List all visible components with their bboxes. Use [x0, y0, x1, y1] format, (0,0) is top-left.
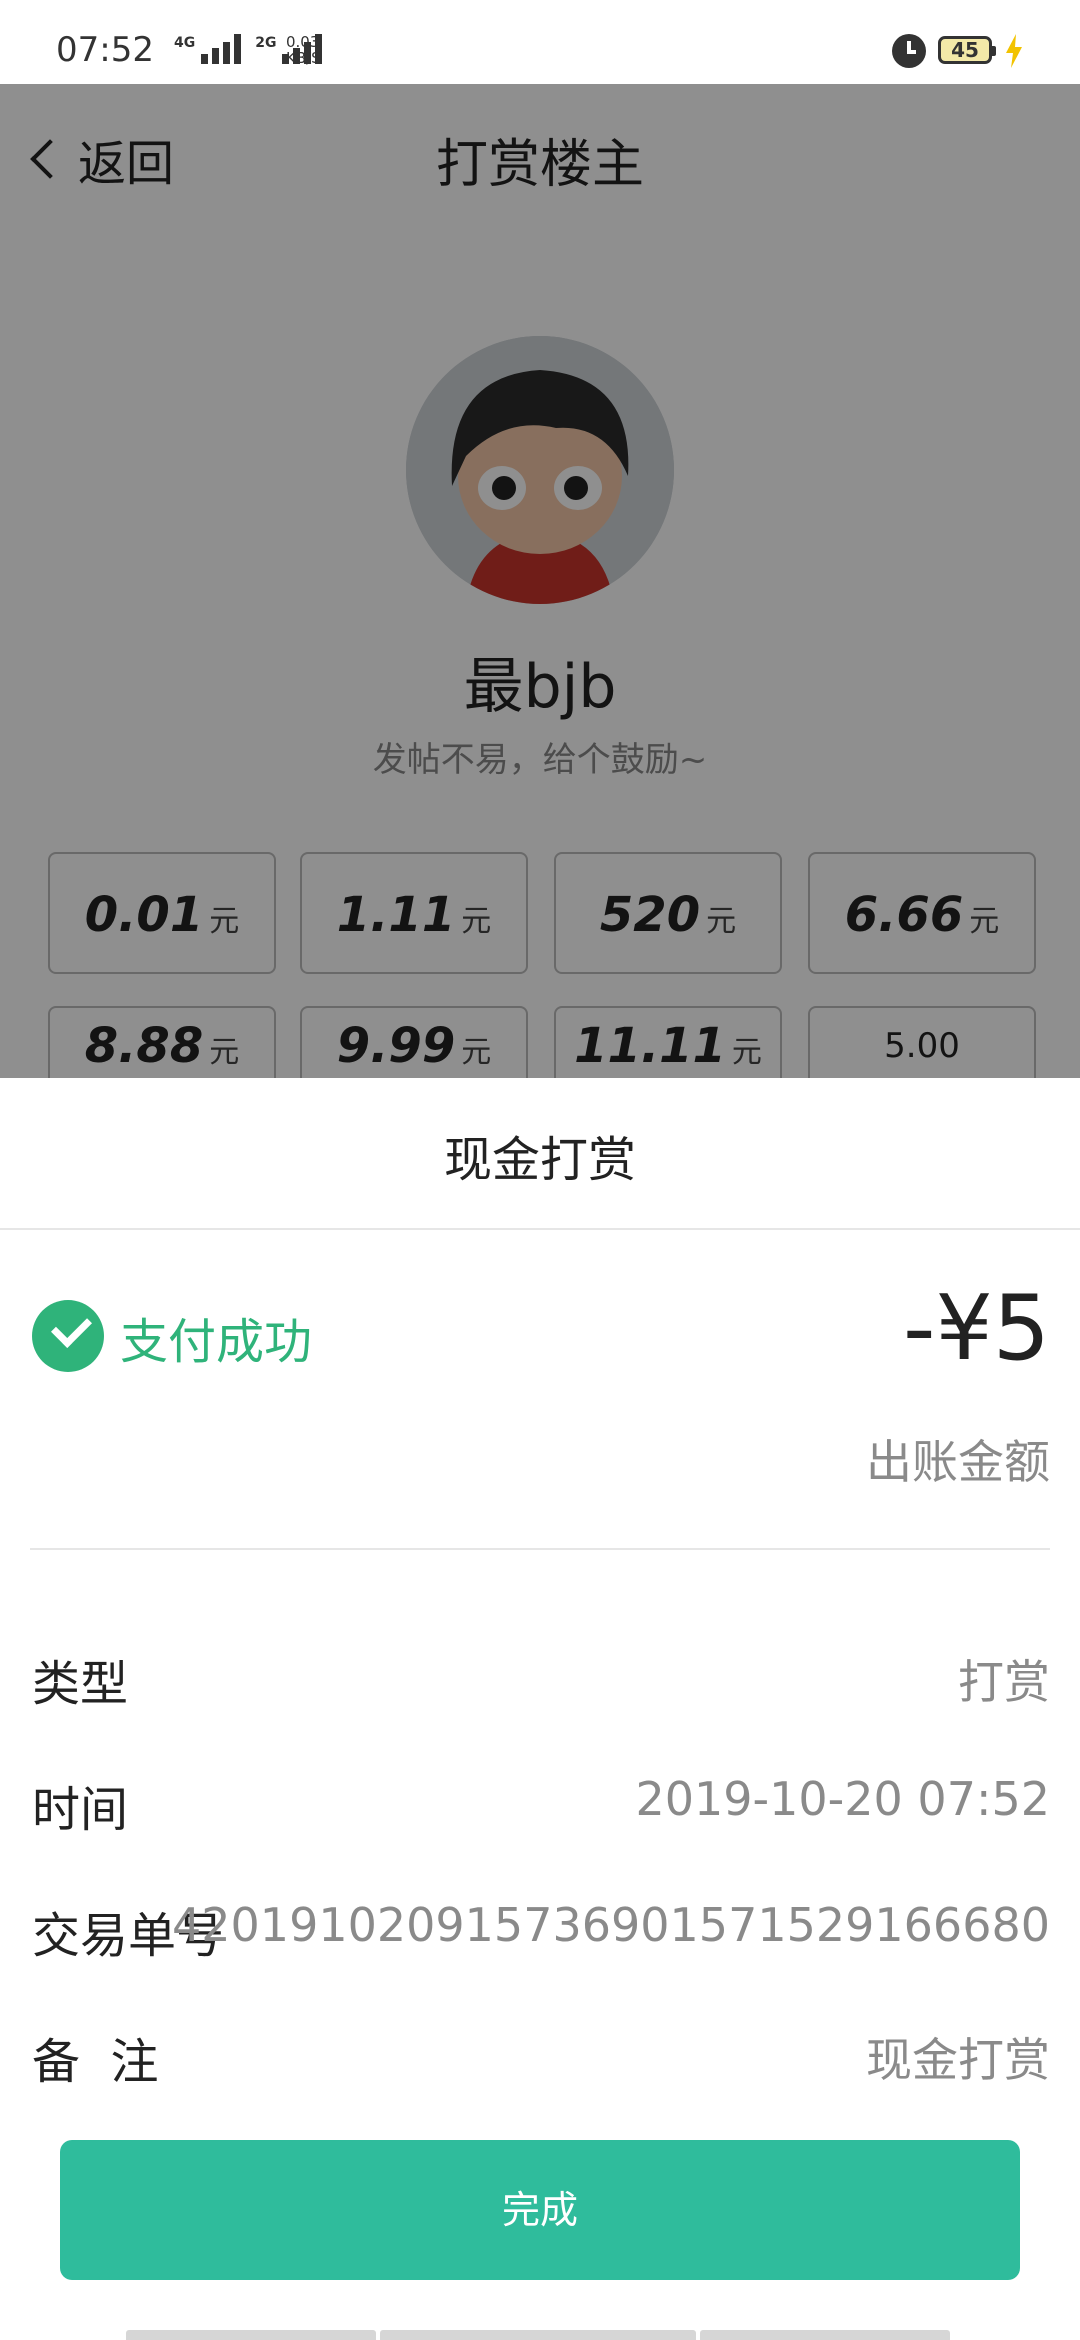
signal-bars-icon	[201, 34, 242, 64]
divider	[0, 1228, 1080, 1230]
status-time: 07:52	[56, 30, 154, 70]
done-button[interactable]: 完成	[60, 2140, 1020, 2280]
speed-unit: KB/S	[286, 49, 321, 67]
transaction-id-value: 4201910209157369015715291666​80	[172, 1898, 1050, 1952]
amount-label: 出账金额	[866, 1435, 1050, 1489]
check-circle-icon	[32, 1300, 104, 1372]
time-value: 2019-10-20 07:52	[635, 1772, 1050, 1826]
payment-amount: -¥5	[903, 1276, 1050, 1381]
type-label: 类型	[32, 1656, 129, 1712]
network-4g-label: 4G	[174, 35, 196, 51]
bottom-tab-strip	[126, 2330, 954, 2340]
alarm-icon	[892, 34, 926, 68]
status-bar: 07:52 4G 2G 0.03 KB/S 45	[0, 0, 1080, 84]
time-label: 时间	[32, 1782, 129, 1838]
payment-status: 支付成功	[120, 1314, 313, 1370]
remark-label: 备 注	[32, 2034, 159, 2090]
charging-bolt-icon	[1006, 34, 1022, 68]
sheet-title: 现金打赏	[443, 1132, 636, 1188]
modal-overlay[interactable]	[0, 84, 1080, 1078]
type-value: 打赏	[958, 1655, 1050, 1709]
remark-value: 现金打赏	[866, 2033, 1050, 2087]
battery-icon: 45	[938, 36, 996, 64]
speed-value: 0.03	[286, 33, 320, 51]
divider	[30, 1548, 1050, 1550]
payment-result-sheet: 现金打赏 支付成功 -¥5 出账金额 类型 打赏 时间 2019-10-20 0…	[0, 1078, 1080, 2340]
network-2g-label: 2G	[255, 35, 277, 51]
network-speed: 0.03 KB/S	[286, 34, 321, 66]
